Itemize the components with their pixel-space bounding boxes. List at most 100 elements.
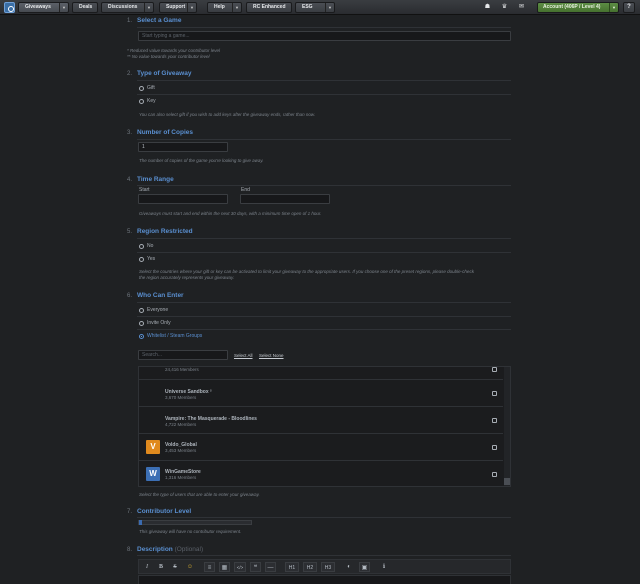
- end-label: End: [241, 187, 250, 193]
- nav-help-label: Help: [214, 4, 225, 10]
- group-search-input[interactable]: Search...: [138, 350, 228, 360]
- nav-deals-button[interactable]: Deals: [72, 2, 98, 13]
- strikethrough-button[interactable]: S: [170, 562, 180, 572]
- chevron-down-icon[interactable]: ▼: [144, 3, 153, 12]
- section-title-type-of-giveaway: Type of Giveaway: [137, 70, 192, 77]
- heading3-button[interactable]: H3: [321, 562, 335, 572]
- divider: [137, 302, 511, 303]
- group-members: 1,316 Members: [165, 475, 197, 480]
- region-hint-line2: the region accurately represents your gi…: [139, 275, 235, 280]
- quote-icon[interactable]: ❝: [250, 562, 261, 572]
- description-title: Description: [137, 546, 173, 553]
- italic-button[interactable]: I: [142, 562, 152, 572]
- image-icon[interactable]: ▣: [359, 562, 370, 572]
- radio-region-yes-label[interactable]: Yes: [147, 256, 155, 262]
- nav-giveaways-button[interactable]: Giveaways ▼: [18, 2, 69, 13]
- description-toolbar: I B S ☺ ≡ ▦ </> ❝ — H1 H2 H3 ◐ ▣ ℹ: [138, 559, 511, 574]
- nav-discussions-button[interactable]: Discussions ▼: [101, 2, 154, 13]
- nav-deals-label: Deals: [79, 4, 93, 10]
- group-members: 4,722 Members: [165, 422, 197, 427]
- radio-whitelist-groups-label[interactable]: Whitelist / Steam Groups: [147, 333, 202, 339]
- select-none-link[interactable]: Select None: [259, 353, 284, 358]
- trophy-icon[interactable]: ♛: [501, 4, 508, 11]
- code-icon[interactable]: </>: [234, 562, 246, 572]
- nav-support-button[interactable]: Support ▼: [159, 2, 197, 13]
- list-icon[interactable]: ≡: [204, 562, 215, 572]
- section-title-contributor-level: Contributor Level: [137, 508, 192, 515]
- nav-rc-enhanced-label: RC Enhanced: [253, 4, 286, 10]
- list-item[interactable]: Universe Sandbox ² 3,670 Members: [139, 380, 503, 407]
- emoji-icon[interactable]: ☺: [185, 562, 195, 572]
- group-avatar: V: [146, 440, 160, 454]
- horizontal-rule-icon[interactable]: —: [265, 562, 276, 572]
- note-no-value: ** No value towards your contributor lev…: [127, 54, 210, 59]
- radio-region-yes[interactable]: [139, 257, 144, 262]
- radio-gift-label[interactable]: Gift: [147, 85, 155, 91]
- game-search-input[interactable]: Start typing a game...: [138, 31, 511, 41]
- description-textarea[interactable]: [138, 575, 511, 584]
- radio-invite-only-label[interactable]: Invite Only: [147, 320, 171, 326]
- section-number: 2.: [126, 71, 132, 77]
- region-hint-line1: Select the countries where your gift or …: [139, 269, 474, 274]
- divider: [137, 517, 511, 518]
- start-date-input[interactable]: [138, 194, 228, 204]
- contributor-level-slider[interactable]: [138, 520, 252, 525]
- account-button[interactable]: Account (406P / Level 4) ▼: [537, 2, 619, 13]
- spoiler-icon[interactable]: ◐: [344, 562, 354, 572]
- table-icon[interactable]: ▦: [219, 562, 230, 572]
- radio-whitelist-groups[interactable]: [139, 334, 144, 339]
- radio-region-no-label[interactable]: No: [147, 243, 153, 249]
- chevron-down-icon[interactable]: ▼: [187, 3, 196, 12]
- list-item[interactable]: Vampire: The Masquerade - Bloodlines 4,7…: [139, 407, 503, 434]
- radio-region-no[interactable]: [139, 244, 144, 249]
- nav-help-button[interactable]: Help ▼: [207, 2, 242, 13]
- divider: [137, 329, 511, 330]
- radio-invite-only[interactable]: [139, 321, 144, 326]
- group-checkbox[interactable]: [492, 391, 497, 396]
- site-logo-icon[interactable]: [4, 2, 15, 13]
- type-of-giveaway-hint: You can also select gift if you wish to …: [139, 112, 316, 117]
- contributor-level-hint: This giveaway will have no contributor r…: [139, 529, 242, 534]
- group-list-scrollbar[interactable]: [504, 367, 510, 486]
- section-title-description: Description (Optional): [137, 546, 203, 553]
- radio-everyone[interactable]: [139, 308, 144, 313]
- heading2-button[interactable]: H2: [303, 562, 317, 572]
- group-checkbox[interactable]: [492, 367, 497, 372]
- radio-gift[interactable]: [139, 86, 144, 91]
- section-number: 8.: [126, 547, 132, 553]
- group-checkbox[interactable]: [492, 472, 497, 477]
- section-number: 5.: [126, 229, 132, 235]
- scrollbar-thumb[interactable]: [504, 478, 510, 485]
- time-range-hint: Giveaways must start and end within the …: [139, 211, 322, 216]
- divider: [137, 27, 511, 28]
- radio-everyone-label[interactable]: Everyone: [147, 307, 168, 313]
- chevron-down-icon[interactable]: ▼: [232, 3, 241, 12]
- end-date-input[interactable]: [240, 194, 330, 204]
- list-item[interactable]: V Voldo_Global 3,453 Members: [139, 434, 503, 461]
- radio-key-label[interactable]: Key: [147, 98, 156, 104]
- select-all-link[interactable]: Select All: [234, 353, 253, 358]
- chevron-down-icon[interactable]: ▼: [609, 3, 618, 12]
- chevron-down-icon[interactable]: ▼: [59, 3, 68, 12]
- heading1-button[interactable]: H1: [285, 562, 299, 572]
- nav-esg-button[interactable]: ESG ▼: [295, 2, 335, 13]
- slider-handle[interactable]: [139, 520, 142, 525]
- group-checkbox[interactable]: [492, 445, 497, 450]
- gift-icon[interactable]: ☗: [484, 4, 491, 11]
- chevron-down-icon[interactable]: ▼: [325, 3, 334, 12]
- group-avatar: W: [146, 467, 160, 481]
- info-icon[interactable]: ℹ: [379, 562, 389, 572]
- copies-input[interactable]: 1: [138, 142, 228, 152]
- divider: [137, 555, 511, 556]
- nav-rc-enhanced-button[interactable]: RC Enhanced: [246, 2, 292, 13]
- list-item[interactable]: 24,416 Members: [139, 367, 503, 380]
- bold-button[interactable]: B: [156, 562, 166, 572]
- radio-key[interactable]: [139, 99, 144, 104]
- divider: [137, 94, 511, 95]
- envelope-icon[interactable]: ✉: [518, 4, 525, 11]
- help-button[interactable]: ?: [623, 2, 635, 13]
- section-number: 1.: [126, 18, 132, 24]
- section-number: 4.: [126, 177, 132, 183]
- group-checkbox[interactable]: [492, 418, 497, 423]
- list-item[interactable]: W WinGameStore 1,316 Members: [139, 461, 503, 486]
